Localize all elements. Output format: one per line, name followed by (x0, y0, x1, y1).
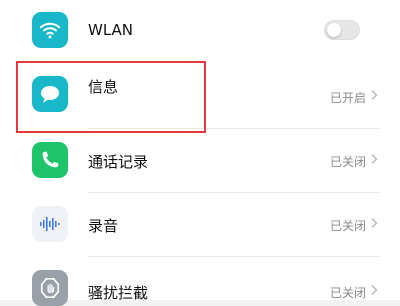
chevron-right-icon (371, 154, 378, 164)
wlan-label: WLAN (88, 21, 134, 39)
settings-item-label: 录音 (88, 217, 119, 235)
shield-icon (32, 270, 68, 306)
chevron-right-icon (371, 218, 378, 228)
status-text: 已关闭 (329, 286, 366, 300)
settings-list: WLAN 信息 已开启 通话记录 已关闭 录音 已关闭 骚扰拦截 已关闭 (0, 0, 400, 306)
wlan-row[interactable]: WLAN (0, 0, 400, 64)
status-text: 已关闭 (329, 219, 366, 233)
settings-item-recording[interactable]: 录音 已关闭 (0, 192, 400, 256)
status-text: 已关闭 (329, 155, 366, 169)
phone-icon (32, 142, 68, 178)
settings-item-label: 通话记录 (88, 153, 149, 171)
settings-item-harassment-block[interactable]: 骚扰拦截 已关闭 (0, 256, 400, 306)
chevron-right-icon (371, 90, 378, 100)
wlan-toggle[interactable] (324, 20, 360, 40)
settings-item-call-log[interactable]: 通话记录 已关闭 (0, 128, 400, 192)
wifi-icon (32, 12, 68, 48)
toggle-knob (327, 23, 341, 37)
sound-wave-icon (32, 206, 68, 242)
chevron-right-icon (371, 285, 378, 295)
highlight-box (16, 61, 206, 133)
status-text: 已开启 (329, 91, 366, 105)
